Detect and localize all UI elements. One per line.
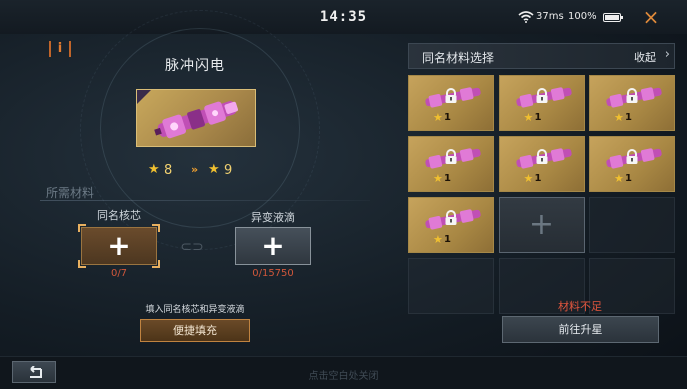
star-icon: ★: [148, 162, 160, 177]
plus-icon: +: [107, 229, 131, 262]
core-slot[interactable]: +: [78, 224, 160, 268]
divider: [40, 200, 370, 201]
material-item-locked[interactable]: ★ 1: [498, 75, 585, 131]
plus-icon: +: [261, 229, 285, 262]
star-icon: ★: [208, 162, 220, 177]
lock-icon: [445, 149, 457, 164]
lock-icon: [626, 88, 638, 103]
chevron-right-icon[interactable]: ›: [665, 47, 670, 62]
lock-icon: [626, 149, 638, 164]
item-level: 1: [534, 173, 542, 184]
star-icon: ★: [433, 172, 443, 185]
lock-icon: [536, 88, 547, 103]
material-item-locked[interactable]: ★ 1: [589, 75, 675, 131]
info-icon: i: [57, 41, 63, 56]
liquid-slot[interactable]: +: [235, 227, 311, 265]
material-grid: ★ 1 ★ 1 ★ 1 ★ 1 ★ 1 ★ 1 ★ 1 +: [408, 75, 675, 314]
close-hint: 点击空白处关闭: [308, 371, 379, 382]
lock-icon: [445, 88, 457, 103]
core-count: 0/7: [110, 268, 128, 279]
star-icon: ★: [433, 233, 443, 246]
star-upgrade-indicator: ★ 8 » ★ 9: [148, 162, 248, 180]
material-item-locked[interactable]: ★ 1: [408, 75, 494, 131]
wifi-icon: [518, 11, 534, 23]
material-slot-blank: [589, 197, 675, 253]
chevron-right-icon: »: [191, 163, 199, 176]
star-icon: ★: [433, 111, 443, 124]
star-icon: ★: [614, 172, 624, 185]
materials-section-label: 所需材料: [46, 186, 95, 200]
material-item-locked[interactable]: ★ 1: [408, 197, 494, 253]
item-level: 1: [625, 173, 632, 184]
info-button[interactable]: i: [49, 41, 71, 57]
ping-readout: 37ms: [536, 11, 564, 22]
item-level: 1: [444, 234, 451, 245]
star-from: 8: [164, 163, 173, 178]
close-icon: ×: [642, 5, 660, 29]
lock-icon: [445, 210, 457, 225]
item-level: 1: [625, 112, 632, 123]
battery-percent: 100%: [568, 11, 597, 22]
insufficient-status: 材料不足: [558, 300, 602, 313]
weapon-card[interactable]: [136, 89, 256, 147]
material-slot-empty[interactable]: +: [498, 197, 585, 253]
star-icon: ★: [523, 111, 534, 124]
item-level: 1: [444, 112, 451, 123]
star-icon: ★: [614, 111, 624, 124]
star-to: 9: [224, 163, 233, 178]
fill-hint: 填入同名核芯和异变液滴: [145, 305, 245, 315]
quick-fill-button[interactable]: 便捷填充: [140, 319, 250, 342]
weapon-image: [154, 101, 238, 139]
close-button[interactable]: ×: [640, 6, 662, 28]
material-item-locked[interactable]: ★ 1: [498, 136, 585, 192]
status-bar: 14:35 37ms 100%: [0, 0, 687, 34]
plus-icon: +: [528, 207, 555, 242]
link-icon: ⊂⊃: [180, 239, 204, 255]
item-name: 脉冲闪电: [165, 58, 225, 74]
lock-icon: [536, 149, 547, 164]
liquid-label: 异变液滴: [251, 211, 295, 224]
battery-icon: [603, 13, 623, 22]
panel-title: 同名材料选择: [422, 51, 495, 65]
material-item-locked[interactable]: ★ 1: [408, 136, 494, 192]
core-label: 同名核芯: [97, 209, 141, 222]
collapse-button[interactable]: 收起: [634, 49, 656, 65]
item-level: 1: [444, 173, 451, 184]
item-level: 1: [534, 112, 542, 123]
material-slot-blank: [408, 258, 494, 314]
material-selection-panel: 同名材料选择 收起 › ★ 1 ★ 1 ★ 1 ★ 1 ★ 1 ★ 1 ★ 1 +: [408, 43, 675, 314]
goto-upgrade-button[interactable]: 前往升星: [502, 316, 659, 343]
star-upgrade-screen: 14:35 37ms 100% × i 脉冲闪电 ★ 8 » ★ 9 所需材料 …: [0, 0, 687, 389]
material-item-locked[interactable]: ★ 1: [589, 136, 675, 192]
panel-header: 同名材料选择 收起 ›: [408, 43, 675, 69]
liquid-count: 0/15750: [252, 268, 294, 279]
star-icon: ★: [523, 172, 534, 185]
